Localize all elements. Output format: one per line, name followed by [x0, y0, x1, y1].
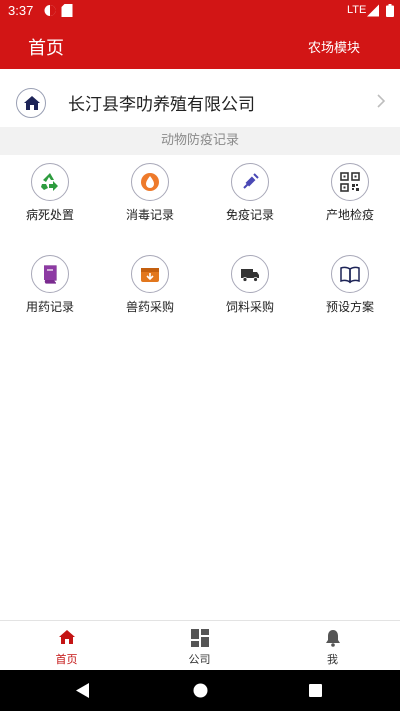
grid-item-label: 免疫记录: [225, 208, 274, 222]
grid-item-label: 产地检疫: [325, 208, 374, 222]
signal-icon: [367, 4, 379, 17]
dashboard-icon: [191, 629, 209, 647]
grid-item-medication[interactable]: 用药记录: [0, 255, 100, 325]
system-nav-bar: [0, 670, 400, 711]
grid-item-disinfection[interactable]: 消毒记录: [100, 163, 200, 233]
storage-status-icon: [61, 4, 73, 17]
farm-module-button[interactable]: 农场模块: [308, 37, 360, 56]
open-book-icon: [331, 255, 369, 293]
tab-me[interactable]: 我: [266, 621, 399, 671]
app-bar: 首页 农场模块: [0, 22, 400, 69]
drop-icon: [131, 163, 169, 201]
status-bar: 3:37 LTE: [0, 0, 400, 22]
home-circle-icon[interactable]: [193, 683, 208, 698]
grid-item-label: 饲料采购: [225, 300, 274, 314]
grid-item-label: 预设方案: [325, 300, 374, 314]
tab-home[interactable]: 首页: [0, 621, 133, 671]
tab-label: 我: [327, 653, 338, 666]
tab-label: 首页: [55, 653, 78, 666]
bottom-tab-bar: 首页 公司 我: [0, 620, 400, 671]
bell-icon: [326, 630, 340, 647]
grid-item-immunization[interactable]: 免疫记录: [200, 163, 300, 233]
grid-item-label: 用药记录: [25, 300, 74, 314]
grid-item-preset-plan[interactable]: 预设方案: [300, 255, 400, 325]
tab-label: 公司: [188, 653, 211, 666]
grid-item-origin-quarantine[interactable]: 产地检疫: [300, 163, 400, 233]
syringe-icon: [231, 163, 269, 201]
page-title: 首页: [28, 38, 64, 59]
tab-company[interactable]: 公司: [133, 621, 266, 671]
company-name: 长汀县李叻养殖有限公司: [68, 95, 255, 115]
grid-item-label: 病死处置: [25, 208, 74, 222]
company-selector[interactable]: 长汀县李叻养殖有限公司: [0, 78, 400, 126]
home-icon: [59, 630, 75, 644]
recycle-icon: [31, 163, 69, 201]
home-icon: [16, 88, 46, 118]
grid-item-vet-purchase[interactable]: 兽药采购: [100, 255, 200, 325]
sync-status-icon: [44, 5, 56, 16]
grid-item-disposal[interactable]: 病死处置: [0, 163, 100, 233]
battery-icon: [386, 4, 394, 17]
grid-item-label: 消毒记录: [125, 208, 174, 222]
chevron-right-icon: [377, 94, 386, 108]
network-label: LTE: [347, 4, 367, 16]
truck-icon: [231, 255, 269, 293]
recents-icon[interactable]: [309, 684, 322, 697]
status-time: 3:37: [8, 3, 34, 18]
book-icon: [31, 255, 69, 293]
grid-item-feed-purchase[interactable]: 饲料采购: [200, 255, 300, 325]
grid-item-label: 兽药采购: [125, 300, 174, 314]
box-icon: [131, 255, 169, 293]
section-title: 动物防疫记录: [0, 127, 400, 155]
qrcode-icon: [331, 163, 369, 201]
back-icon[interactable]: [76, 683, 90, 698]
